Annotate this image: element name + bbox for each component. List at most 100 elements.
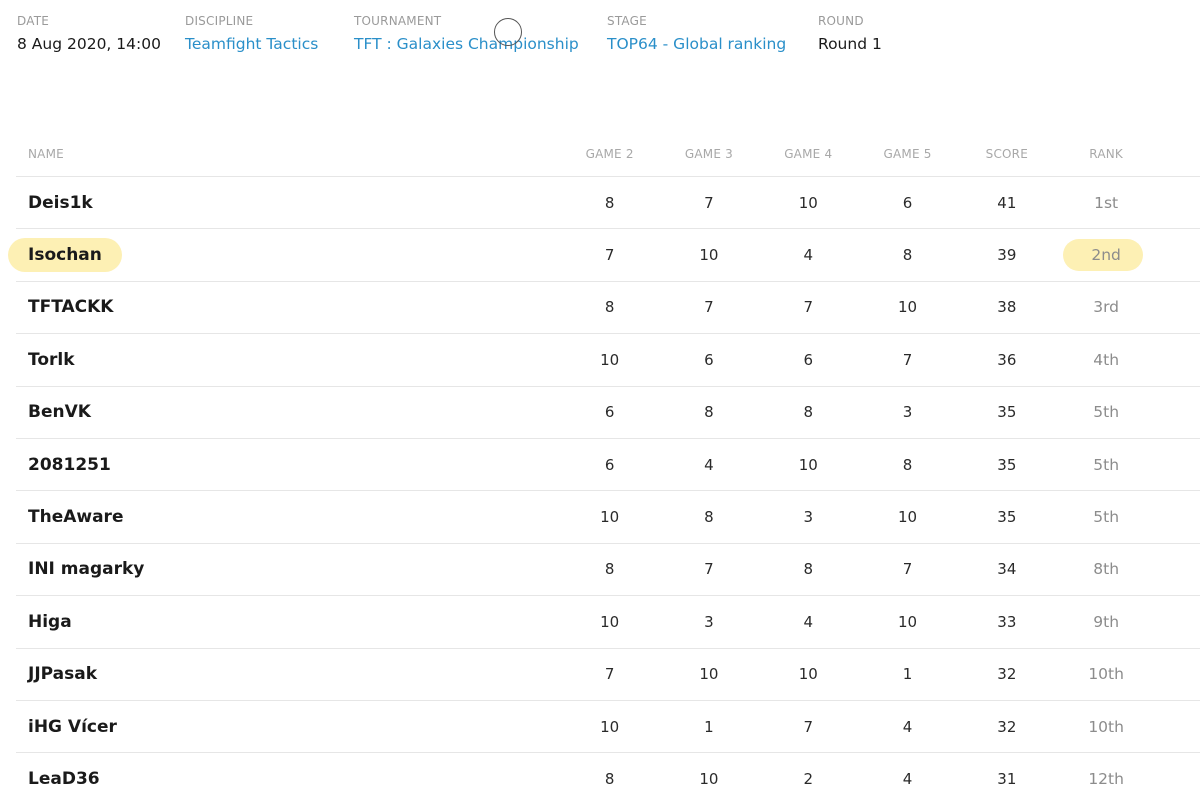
game2-cell: 10 [560,613,659,631]
game5-value: 1 [902,665,913,684]
table-row[interactable]: 2081251 6 4 10 8 35 5th [16,439,1200,492]
header-game4[interactable]: GAME 4 [759,147,858,161]
game4-value: 10 [798,193,818,212]
game3-value: 7 [704,560,714,579]
game4-value: 8 [803,560,814,579]
game3-cell: 6 [659,351,758,369]
match-meta-bar: DATE 8 Aug 2020, 14:00 DISCIPLINE Teamfi… [17,14,938,54]
table-row[interactable]: BenVK 6 8 8 3 35 5th [16,387,1200,439]
player-name-cell: Isochan [8,238,560,273]
game5-cell: 10 [858,613,957,631]
game4-cell: 7 [759,298,858,316]
table-row[interactable]: TFTACKK 8 7 7 10 38 3rd [16,282,1200,335]
game4-value: 8 [803,403,814,422]
game2-cell: 6 [560,456,659,474]
score-value: 36 [997,350,1017,369]
game4-cell: 6 [759,351,858,369]
game3-value: 10 [699,665,719,684]
score-value: 35 [997,455,1017,474]
game5-value: 6 [902,193,913,212]
game2-cell: 6 [560,403,659,421]
game5-value: 10 [897,612,918,631]
table-body: Deis1k 8 7 10 6 41 1st Isochan 7 10 4 8 39 2nd TFTACKK… [8,177,1200,785]
player-name-cell: BenVK [16,402,560,422]
player-name-cell: Deis1k [16,193,560,213]
game5-value: 8 [902,455,913,474]
table-row[interactable]: Torlk 10 6 6 7 36 4th [16,334,1200,387]
meta-round-value: Round 1 [818,35,882,53]
game2-value: 7 [604,246,615,265]
game3-cell: 10 [659,770,758,785]
score-value: 39 [997,246,1017,265]
game4-cell: 7 [759,718,858,736]
game2-cell: 7 [560,246,659,264]
game3-value: 8 [704,403,714,422]
game5-value: 4 [902,717,913,736]
header-name[interactable]: NAME [16,147,560,161]
rank-value: 9th [1093,612,1120,631]
player-name: Deis1k [28,192,93,213]
rank-value: 2nd [1063,239,1143,272]
rank-value: 1st [1094,193,1119,212]
header-rank[interactable]: RANK [1056,147,1155,161]
meta-stage-label: STAGE [607,14,647,28]
player-name-cell: 2081251 [16,455,560,475]
player-name-cell: Higa [16,612,560,632]
player-name-cell: TFTACKK [16,297,560,317]
score-cell: 35 [957,456,1056,474]
player-name: Isochan [8,238,122,273]
table-row[interactable]: INI magarky 8 7 8 7 34 8th [16,544,1200,597]
player-name-cell: JJPasak [16,664,560,684]
game4-cell: 10 [759,456,858,474]
score-cell: 35 [957,403,1056,421]
rank-cell: 8th [1056,560,1155,578]
game4-value: 10 [798,665,818,684]
header-game3[interactable]: GAME 3 [659,147,758,161]
stage-link[interactable]: TOP64 - Global ranking [607,34,818,54]
header-score[interactable]: SCORE [957,147,1056,161]
game5-cell: 6 [858,194,957,212]
table-row[interactable]: LeaD36 8 10 2 4 31 12th [16,753,1200,785]
rank-value: 10th [1088,717,1124,736]
game4-cell: 10 [759,665,858,683]
player-name: INI magarky [28,559,145,580]
game4-cell: 8 [759,403,858,421]
table-row[interactable]: iHG Vícer 10 1 7 4 32 10th [16,701,1200,754]
player-name-cell: LeaD36 [16,769,560,785]
discipline-link[interactable]: Teamfight Tactics [185,34,354,54]
score-cell: 41 [957,194,1056,212]
results-table: NAME GAME 2 GAME 3 GAME 4 GAME 5 SCORE R… [8,131,1200,785]
score-value: 32 [997,665,1017,684]
game5-value: 8 [902,246,913,265]
header-game2[interactable]: GAME 2 [560,147,659,161]
table-row[interactable]: Higa 10 3 4 10 33 9th [16,596,1200,649]
game5-cell: 8 [858,456,957,474]
score-cell: 32 [957,718,1056,736]
score-value: 33 [997,612,1017,631]
game4-cell: 2 [759,770,858,785]
score-cell: 35 [957,508,1056,526]
rank-value: 4th [1093,350,1120,369]
table-row[interactable]: JJPasak 7 10 10 1 32 10th [16,649,1200,701]
score-cell: 32 [957,665,1056,683]
rank-cell: 5th [1056,456,1155,474]
player-name-cell: INI magarky [16,559,560,579]
game5-cell: 3 [858,403,957,421]
rank-value: 10th [1088,665,1124,684]
game2-value: 10 [600,508,620,527]
game3-value: 7 [704,193,714,212]
score-value: 35 [997,508,1017,527]
player-name: BenVK [28,402,91,423]
rank-value: 5th [1093,455,1120,474]
game5-cell: 8 [858,246,957,264]
game5-value: 3 [902,403,913,422]
game2-value: 10 [600,612,620,631]
table-row[interactable]: TheAware 10 8 3 10 35 5th [16,491,1200,544]
table-row[interactable]: Deis1k 8 7 10 6 41 1st [16,177,1200,230]
tournament-link[interactable]: TFT : Galaxies Championship [354,34,607,54]
table-row[interactable]: Isochan 7 10 4 8 39 2nd [8,229,1200,282]
game4-value: 4 [803,246,814,265]
rank-value: 5th [1093,403,1120,422]
player-name: TheAware [28,507,124,528]
header-game5[interactable]: GAME 5 [858,147,957,161]
